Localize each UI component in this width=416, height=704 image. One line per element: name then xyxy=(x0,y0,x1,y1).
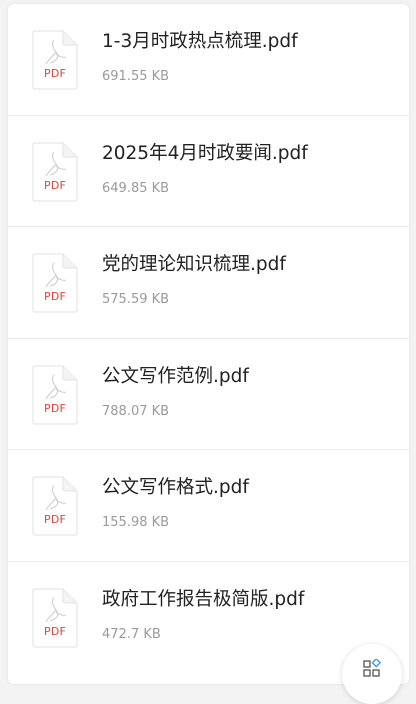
file-size: 472.7 KB xyxy=(102,626,161,642)
file-size: 575.59 KB xyxy=(102,292,170,307)
file-size: 691.55 KB xyxy=(102,69,170,84)
pdf-type-label: PDF xyxy=(43,401,67,415)
apps-floating-button[interactable] xyxy=(342,644,402,704)
apps-grid-icon xyxy=(363,659,381,677)
file-item[interactable]: PDF 2025年4月时政要闻.pdf 649.85 KB xyxy=(8,116,409,227)
file-item[interactable]: PDF 公文写作格式.pdf 155.98 KB xyxy=(8,450,409,562)
pdf-file-icon: PDF xyxy=(32,142,78,202)
file-name: 2025年4月时政要闻.pdf xyxy=(102,142,308,164)
file-name: 1-3月时政热点梳理.pdf xyxy=(102,31,298,52)
pdf-type-label: PDF xyxy=(43,67,67,80)
pdf-file-icon: PDF xyxy=(32,588,78,648)
file-item[interactable]: PDF 1-3月时政热点梳理.pdf 691.55 KB xyxy=(8,4,409,116)
file-list-card: PDF 1-3月时政热点梳理.pdf 691.55 KB PDF 2025年4月… xyxy=(8,4,409,684)
pdf-type-label: PDF xyxy=(43,624,67,638)
pdf-file-icon: PDF xyxy=(32,30,78,90)
pdf-file-icon: PDF xyxy=(32,476,78,536)
file-name: 公文写作范例.pdf xyxy=(102,365,249,387)
file-name: 公文写作格式.pdf xyxy=(102,477,249,498)
pdf-type-label: PDF xyxy=(43,290,67,303)
pdf-type-label: PDF xyxy=(43,513,67,526)
file-size: 155.98 KB xyxy=(102,515,170,530)
pdf-file-icon: PDF xyxy=(32,365,78,425)
file-item[interactable]: PDF 党的理论知识梳理.pdf 575.59 KB xyxy=(8,227,409,339)
file-item[interactable]: PDF 公文写作范例.pdf 788.07 KB xyxy=(8,339,409,450)
file-size: 788.07 KB xyxy=(102,403,170,419)
pdf-file-icon: PDF xyxy=(32,253,78,313)
file-size: 649.85 KB xyxy=(102,180,170,196)
pdf-type-label: PDF xyxy=(43,178,67,192)
file-name: 政府工作报告极简版.pdf xyxy=(102,588,305,610)
file-name: 党的理论知识梳理.pdf xyxy=(102,254,286,275)
